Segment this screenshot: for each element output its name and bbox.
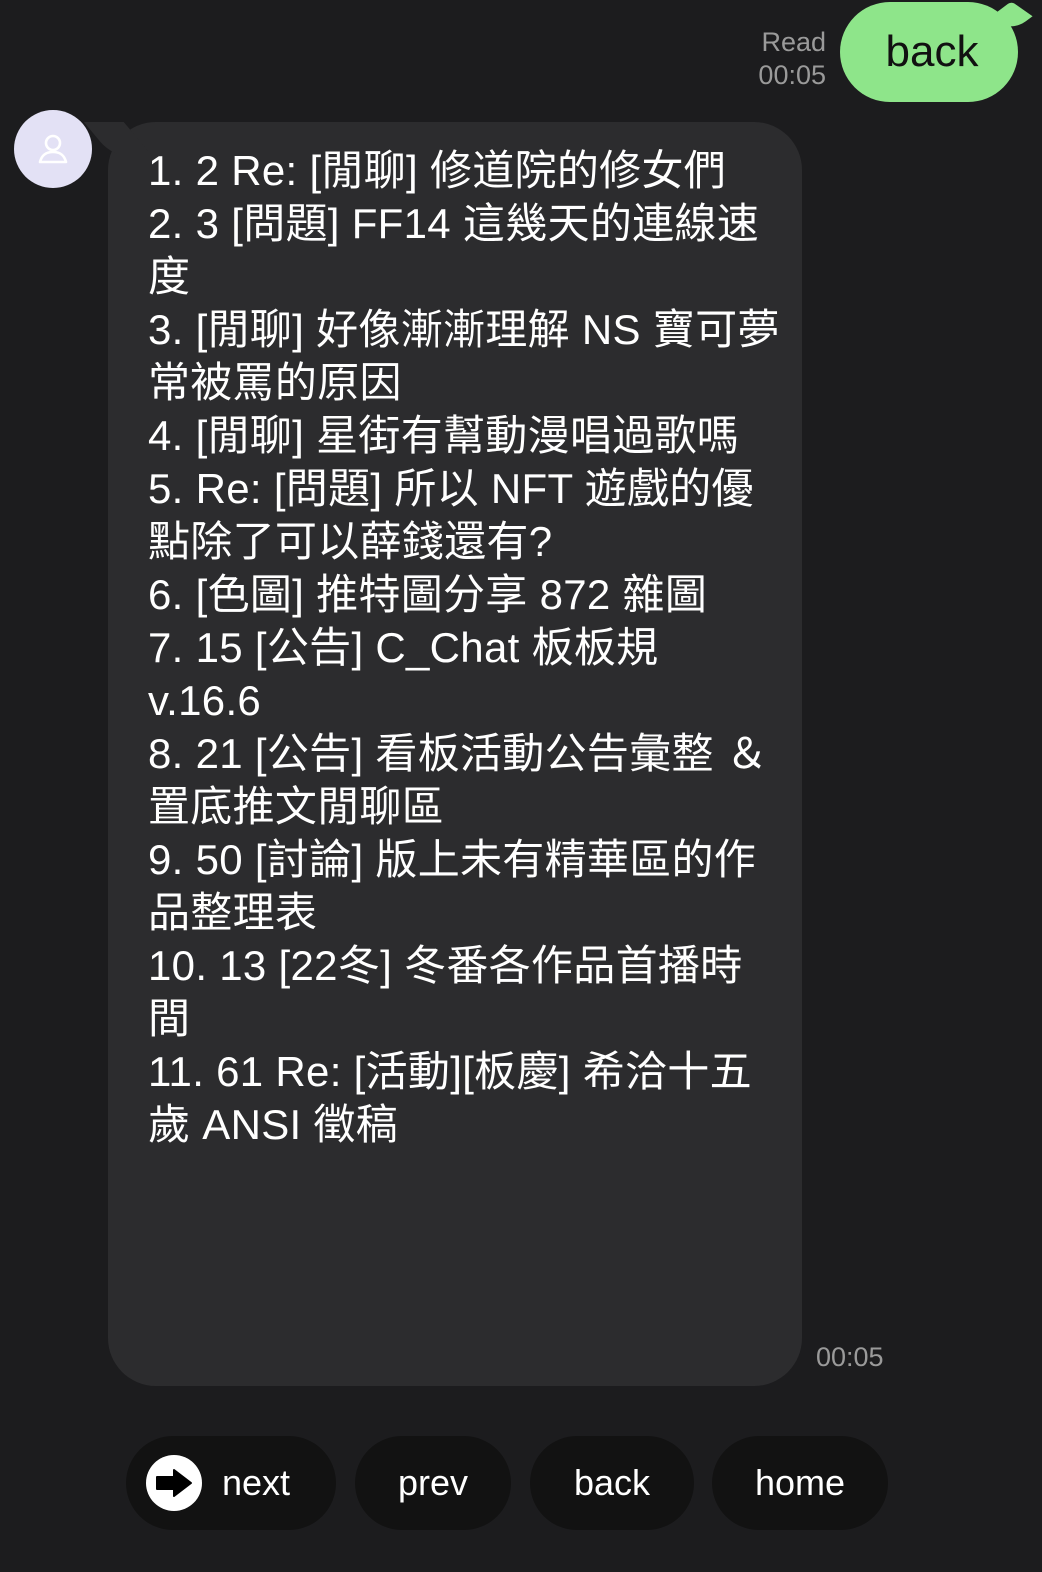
outgoing-timestamp: 00:05	[758, 60, 826, 90]
incoming-message-bubble[interactable]: 1. 2 Re: [閒聊] 修道院的修女們 2. 3 [問題] FF14 這幾天…	[108, 122, 802, 1386]
list-item: 3. [閒聊] 好像漸漸理解 NS 寶可夢常被罵的原因	[148, 306, 780, 406]
list-item: 5. Re: [問題] 所以 NFT 遊戲的優點除了可以薛錢還有?	[148, 465, 754, 565]
back-button-label: back	[573, 1462, 651, 1503]
person-icon	[38, 134, 68, 164]
list-item: 8. 21 [公告] 看板活動公告彙整 ＆ 置底推文閒聊區	[148, 730, 769, 830]
back-button[interactable]: back	[530, 1436, 694, 1530]
next-button-label: next	[222, 1462, 291, 1503]
list-item: 1. 2 Re: [閒聊] 修道院的修女們	[148, 147, 727, 194]
list-item: 9. 50 [討論] 版上未有精華區的作品整理表	[148, 836, 757, 936]
list-item: 2. 3 [問題] FF14 這幾天的連線速度	[148, 200, 760, 300]
prev-button[interactable]: prev	[355, 1436, 511, 1530]
home-button-label: home	[754, 1462, 846, 1503]
list-item: 7. 15 [公告] C_Chat 板板規 v.16.6	[148, 624, 659, 724]
outgoing-message-text: back	[885, 27, 979, 76]
list-item: 11. 61 Re: [活動][板慶] 希洽十五歲 ANSI 徵稿	[148, 1048, 752, 1148]
arrow-right-icon	[146, 1455, 202, 1511]
post-list: 1. 2 Re: [閒聊] 修道院的修女們 2. 3 [問題] FF14 這幾天…	[148, 144, 782, 1151]
next-button[interactable]: next	[126, 1436, 336, 1530]
home-button[interactable]: home	[712, 1436, 888, 1530]
avatar[interactable]	[14, 110, 92, 188]
read-receipt: Read	[761, 27, 826, 57]
prev-button-label: prev	[397, 1462, 469, 1503]
list-item: 4. [閒聊] 星街有幫動漫唱過歌嗎	[148, 412, 740, 459]
list-item: 10. 13 [22冬] 冬番各作品首播時間	[148, 942, 743, 1042]
outgoing-message-meta: Read 00:05	[758, 26, 826, 92]
outgoing-message-bubble[interactable]: back	[840, 2, 1018, 102]
list-item: 6. [色圖] 推特圖分享 872 雜圖	[148, 571, 708, 618]
incoming-timestamp: 00:05	[816, 1342, 884, 1372]
